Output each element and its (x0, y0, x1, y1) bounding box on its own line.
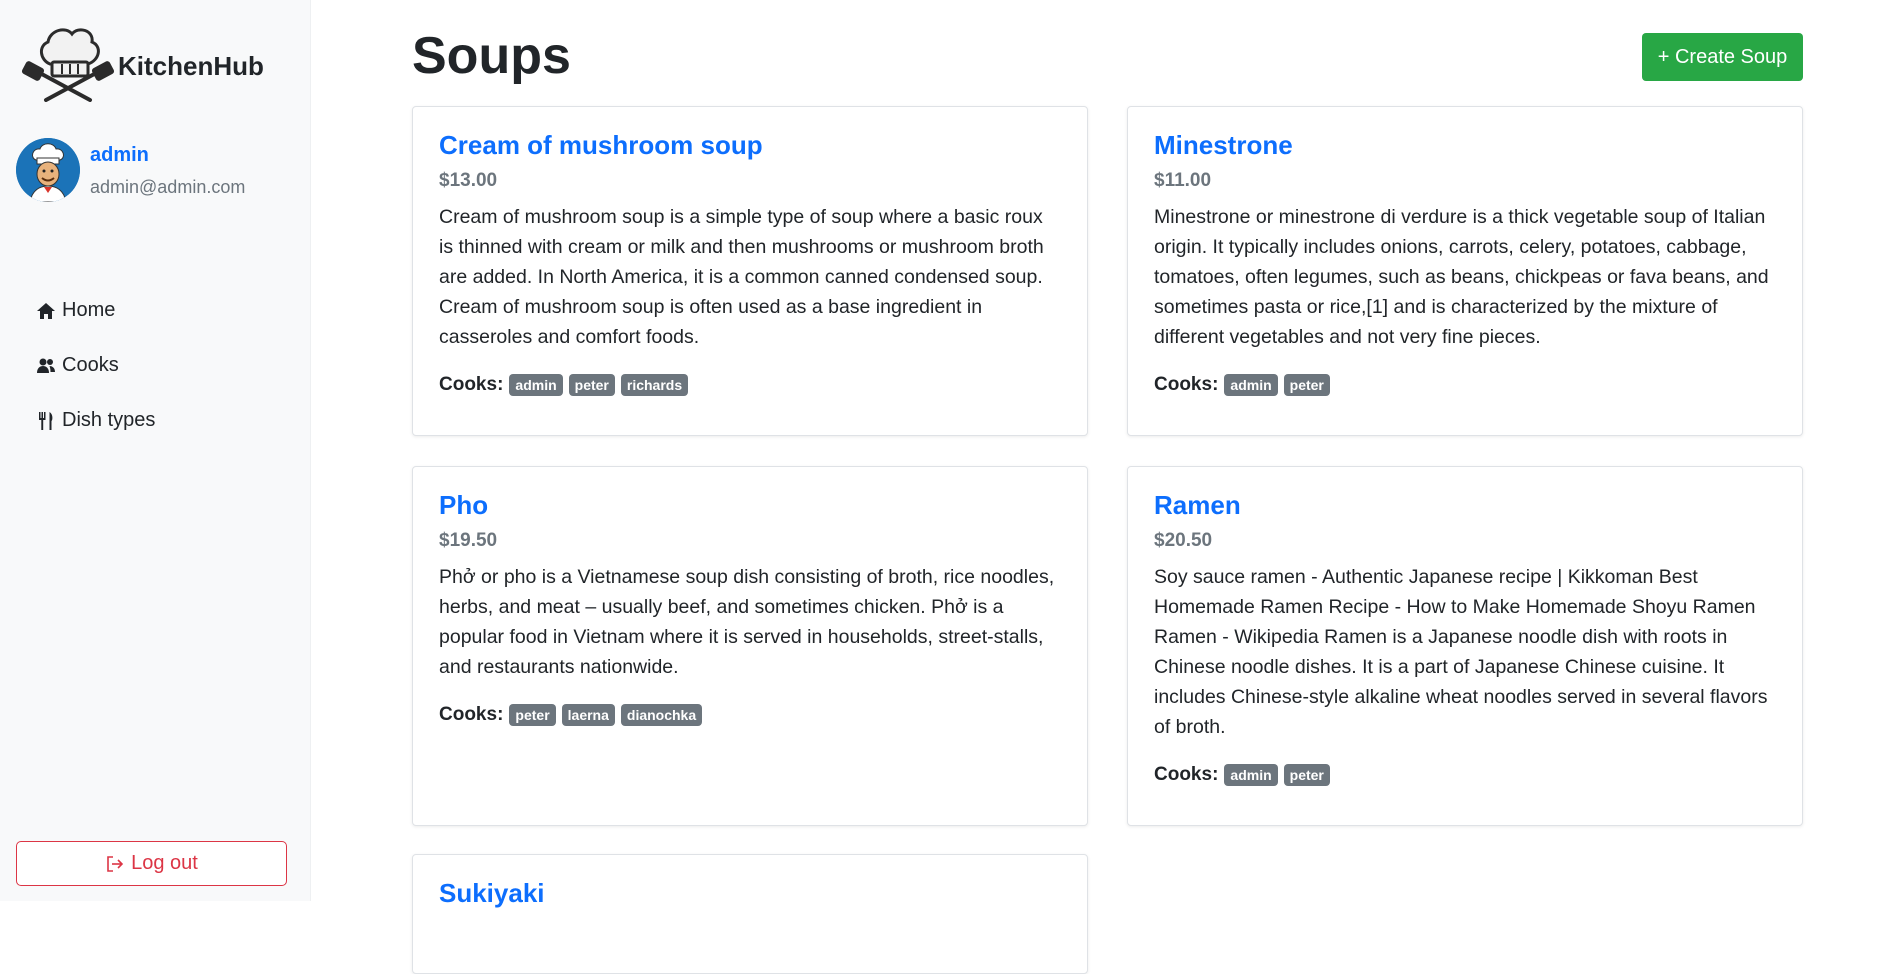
cooks-row: Cooks: admin peter (1154, 373, 1776, 396)
user-email: admin@admin.com (90, 177, 246, 197)
cook-badge[interactable]: peter (1283, 373, 1330, 396)
dish-description: Phở or pho is a Vietnamese soup dish con… (439, 565, 1055, 678)
cooks-row: Cooks: peter laerna dianochka (439, 703, 1061, 726)
brand-name: KitchenHub (118, 50, 264, 81)
cook-badge[interactable]: dianochka (620, 703, 703, 726)
cook-badge[interactable]: admin (1224, 373, 1278, 396)
home-icon (37, 302, 55, 319)
dish-card: Pho $19.50 Phở or pho is a Vietnamese so… (412, 466, 1088, 826)
sidebar: KitchenHub admin admin@admin.com Home Co… (0, 0, 311, 901)
sidebar-item-cooks[interactable]: Cooks (36, 338, 155, 393)
utensils-icon (39, 411, 53, 430)
dish-title-link[interactable]: Sukiyaki (439, 879, 1061, 908)
cook-badge[interactable]: richards (620, 373, 689, 396)
dish-card: Ramen $20.50 Soy sauce ramen - Authentic… (1127, 466, 1803, 826)
sidebar-item-dish-types[interactable]: Dish types (36, 393, 155, 448)
sidebar-item-home[interactable]: Home (36, 283, 155, 338)
create-soup-button[interactable]: + Create Soup (1642, 33, 1803, 81)
cook-badge[interactable]: admin (509, 373, 563, 396)
cook-badge[interactable]: peter (1283, 763, 1330, 786)
cooks-label: Cooks: (439, 373, 504, 395)
dish-description: Soy sauce ramen - Authentic Japanese rec… (1154, 565, 1768, 738)
user-name-link[interactable]: admin (90, 144, 245, 167)
dish-title-link[interactable]: Minestrone (1154, 131, 1776, 160)
sidebar-item-label: Dish types (62, 409, 156, 431)
dish-card: Minestrone $11.00 Minestrone or minestro… (1127, 106, 1803, 436)
cooks-row: Cooks: admin peter richards (439, 373, 1061, 396)
dish-description: Minestrone or minestrone di verdure is a… (1154, 205, 1769, 348)
dish-price: $19.50 (439, 529, 498, 551)
chef-avatar-icon (16, 138, 80, 202)
logout-label: Log out (131, 852, 198, 874)
cooks-row: Cooks: admin peter (1154, 763, 1776, 786)
avatar[interactable] (16, 138, 80, 202)
cooks-label: Cooks: (1154, 763, 1219, 785)
cook-badge[interactable]: peter (568, 373, 615, 396)
chef-hat-logo-icon (21, 28, 115, 102)
sidebar-item-label: Cooks (62, 354, 119, 376)
dish-card: Sukiyaki (412, 854, 1088, 974)
dish-price: $20.50 (1154, 529, 1213, 551)
logout-icon (107, 855, 124, 872)
dish-price: $13.00 (439, 169, 498, 191)
dish-title-link[interactable]: Cream of mushroom soup (439, 131, 1061, 160)
users-icon (37, 358, 55, 373)
cook-badge[interactable]: peter (509, 703, 556, 726)
dish-card: Cream of mushroom soup $13.00 Cream of m… (412, 106, 1088, 436)
cooks-label: Cooks: (1154, 373, 1219, 395)
cook-badge[interactable]: laerna (561, 703, 615, 726)
cook-badge[interactable]: admin (1224, 763, 1278, 786)
dish-description: Cream of mushroom soup is a simple type … (439, 205, 1044, 348)
sidebar-nav: Home Cooks Dish types (36, 283, 155, 448)
dish-title-link[interactable]: Ramen (1154, 491, 1776, 520)
page-title: Soups (412, 27, 571, 85)
logout-button[interactable]: Log out (16, 841, 287, 886)
dish-price: $11.00 (1154, 169, 1212, 191)
sidebar-item-label: Home (62, 299, 116, 321)
cooks-label: Cooks: (439, 703, 504, 725)
dish-title-link[interactable]: Pho (439, 491, 1061, 520)
brand[interactable]: KitchenHub (20, 24, 264, 102)
user-profile: admin admin@admin.com (16, 138, 245, 202)
